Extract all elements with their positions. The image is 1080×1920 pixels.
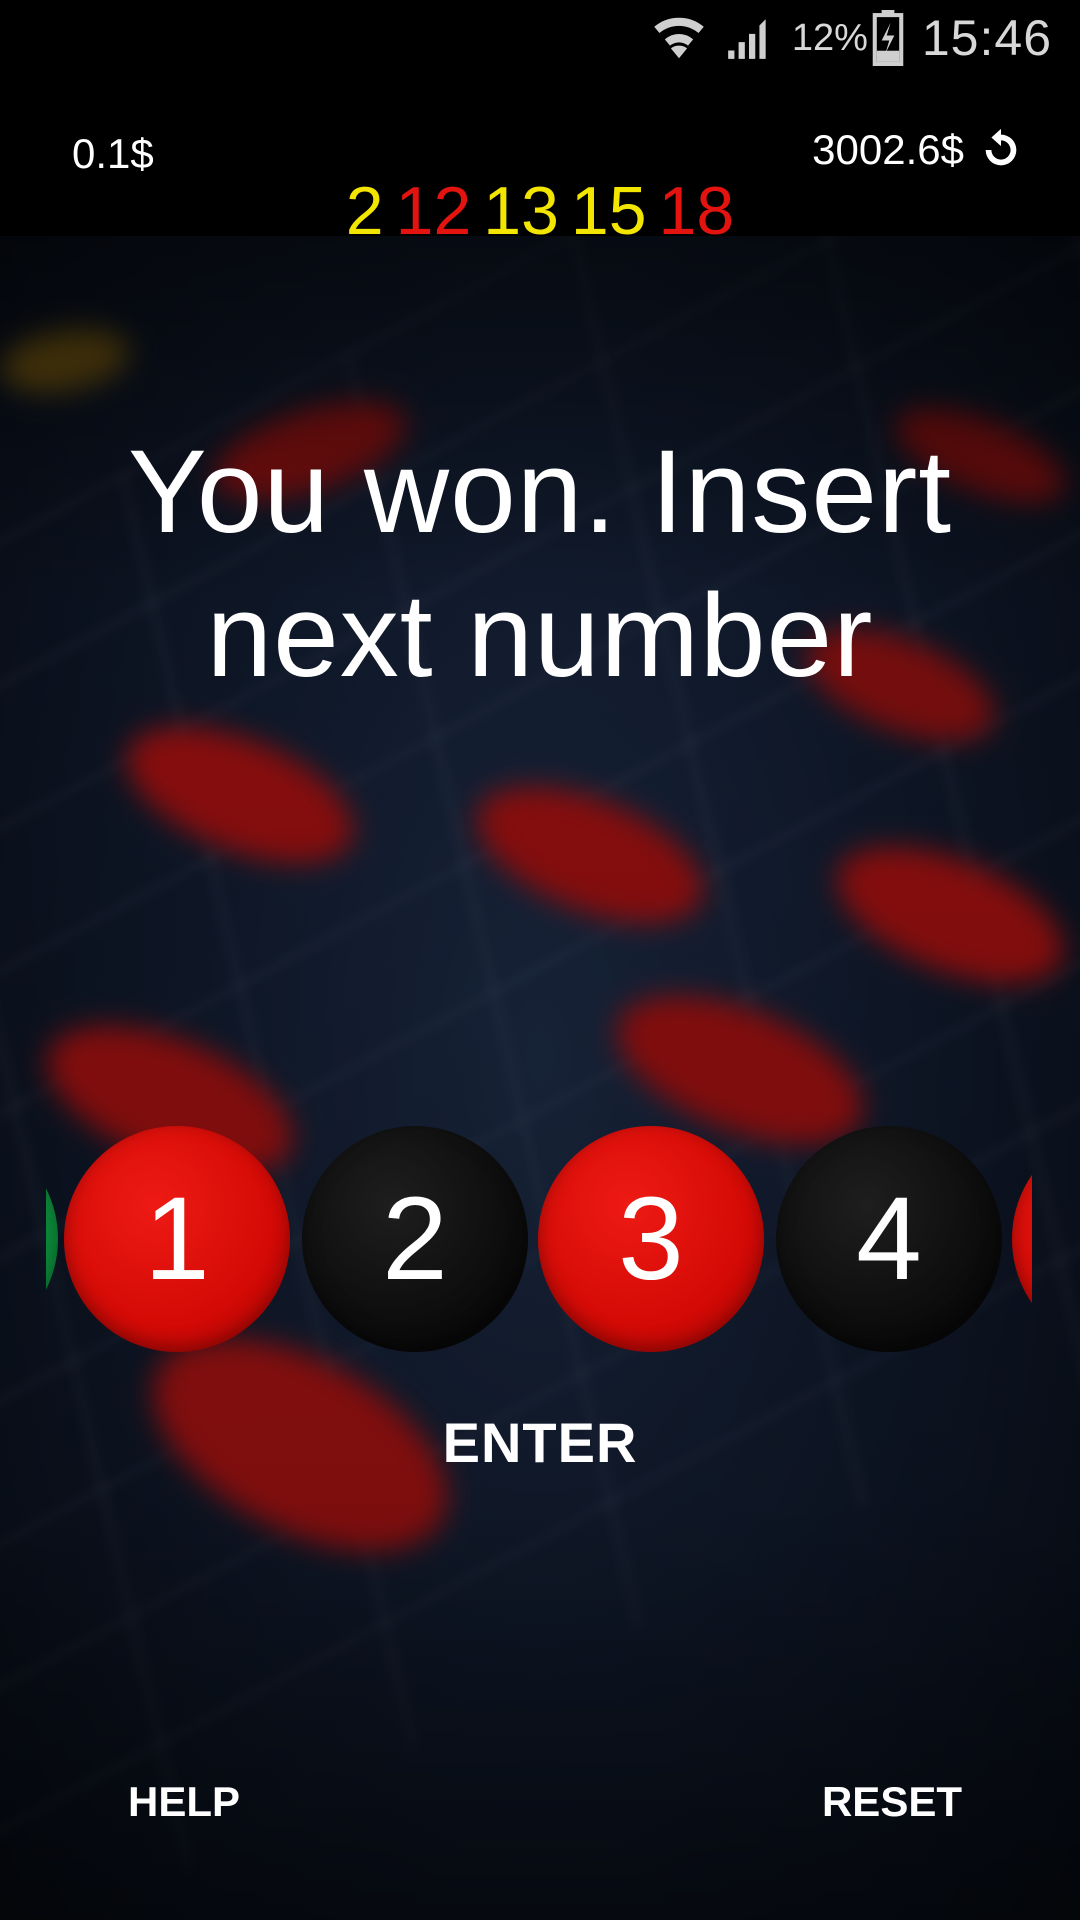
battery-percent: 12%: [791, 16, 868, 59]
reset-button[interactable]: RESET: [822, 1778, 962, 1826]
roulette-table-background: [0, 0, 1080, 1920]
help-button[interactable]: HELP: [128, 1778, 240, 1826]
number-chip[interactable]: 1: [64, 1126, 290, 1352]
number-chip[interactable]: 2: [302, 1126, 528, 1352]
number-picker-track[interactable]: 1 2 3 4: [46, 1126, 1032, 1354]
clock: 15:46: [921, 10, 1052, 66]
bet-amount: 0.1$: [72, 130, 154, 177]
balance-amount: 3002.6$: [812, 126, 964, 173]
number-chip[interactable]: [1012, 1126, 1032, 1352]
balance-display: 3002.6$: [812, 126, 1024, 174]
result-message: You won. Insert next number: [127, 426, 953, 702]
history-number: 12: [395, 173, 472, 249]
refresh-icon[interactable]: [978, 127, 1024, 173]
status-bar: 12% 15:46: [0, 0, 1080, 76]
history-number: 15: [570, 173, 647, 249]
number-chip[interactable]: 3: [538, 1126, 764, 1352]
number-history: 2 12 13 15 18: [0, 172, 1080, 250]
signal-icon: [724, 13, 774, 63]
history-number: 18: [658, 173, 735, 249]
wifi-icon: [652, 11, 706, 65]
number-chip[interactable]: 4: [776, 1126, 1002, 1352]
history-number: 13: [483, 173, 559, 249]
history-number: 2: [345, 173, 384, 249]
battery-charging-icon: [872, 10, 904, 66]
number-picker[interactable]: 1 2 3 4: [0, 1126, 1080, 1354]
enter-button[interactable]: ENTER: [0, 1410, 1080, 1475]
number-chip[interactable]: [46, 1126, 58, 1352]
